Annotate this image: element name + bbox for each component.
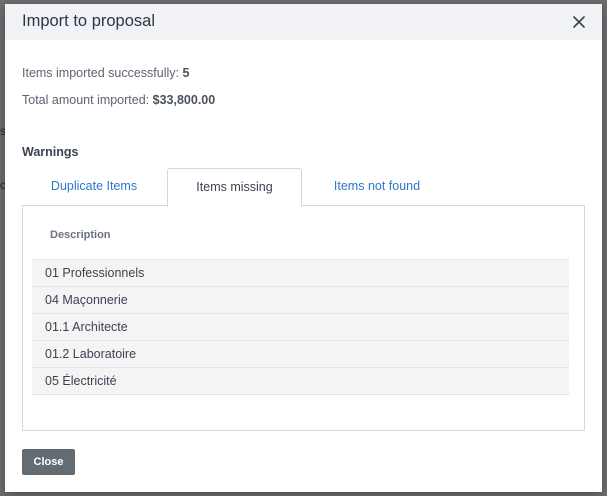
list-item: 05 Électricité [32,367,569,395]
total-imported-label: Total amount imported: [22,93,150,107]
tab-duplicate-items[interactable]: Duplicate Items [22,168,166,205]
dialog-title: Import to proposal [22,12,155,30]
list-item: 01 Professionnels [32,259,569,286]
tab-items-missing[interactable]: Items missing [167,168,302,207]
list-item: 01.2 Laboratoire [32,340,569,367]
tab-items-not-found[interactable]: Items not found [302,168,452,205]
missing-items-list: 01 Professionnels 04 Maçonnerie 01.1 Arc… [32,259,569,395]
items-imported-line: Items imported successfully: 5 [22,66,189,80]
total-imported-value: $33,800.00 [152,93,216,107]
description-column-header: Description [50,229,111,241]
warnings-tabs: Duplicate Items Items missing Items not … [22,168,585,207]
warnings-heading: Warnings [22,145,79,159]
close-button[interactable]: Close [22,449,75,475]
close-icon[interactable] [569,12,589,32]
items-imported-value: 5 [182,66,190,80]
total-imported-line: Total amount imported: $33,800.00 [22,93,215,107]
items-missing-panel: Description 01 Professionnels 04 Maçonne… [22,205,585,431]
list-item: 01.1 Architecte [32,313,569,340]
items-imported-label: Items imported successfully: [22,66,179,80]
list-item: 04 Maçonnerie [32,286,569,313]
dialog-header: Import to proposal [5,4,602,40]
import-dialog: Import to proposal Items imported succes… [5,4,602,492]
